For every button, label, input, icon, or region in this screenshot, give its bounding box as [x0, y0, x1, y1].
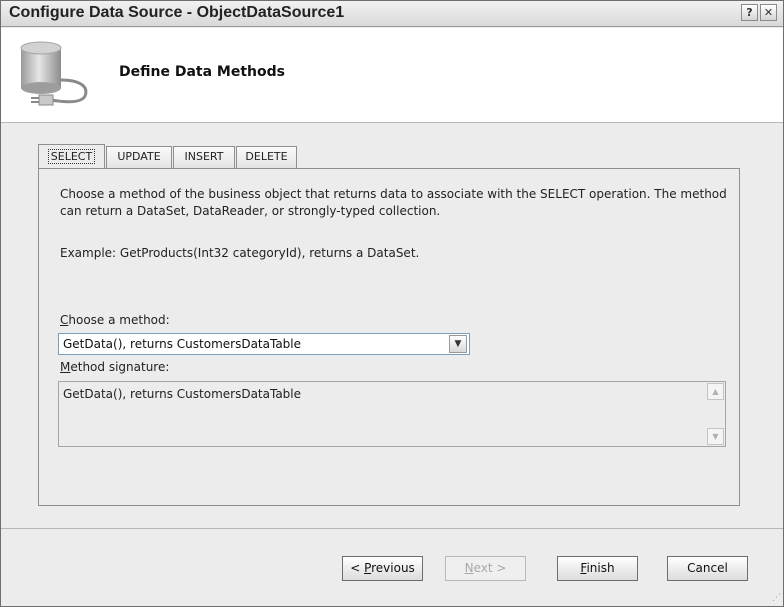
database-plug-icon — [20, 41, 88, 106]
tab-select-label: SELECT — [47, 149, 96, 164]
signature-scrollbar[interactable]: ▲ ▼ — [707, 383, 724, 445]
scroll-down-icon[interactable]: ▼ — [707, 428, 724, 445]
wizard-body: SELECT UPDATE INSERT DELETE Choose a met… — [1, 124, 783, 528]
page-heading: Define Data Methods — [119, 64, 285, 80]
window-title: Configure Data Source - ObjectDataSource… — [9, 4, 345, 21]
method-signature-value: GetData(), returns CustomersDataTable — [63, 387, 302, 401]
tab-select[interactable]: SELECT — [38, 144, 105, 168]
tab-delete[interactable]: DELETE — [236, 146, 297, 168]
configure-data-source-dialog: Configure Data Source - ObjectDataSource… — [0, 0, 784, 607]
next-button[interactable]: Next > — [445, 556, 526, 581]
method-description: Choose a method of the business object t… — [60, 187, 727, 218]
resize-grip-icon[interactable]: ⋰ — [769, 592, 781, 604]
choose-method-label: Choose a method: — [60, 313, 170, 327]
method-dropdown-value: GetData(), returns CustomersDataTable — [63, 337, 302, 351]
title-bar[interactable]: Configure Data Source - ObjectDataSource… — [1, 1, 783, 27]
wizard-header: Define Data Methods — [1, 28, 783, 123]
tab-insert[interactable]: INSERT — [173, 146, 235, 168]
method-example: Example: GetProducts(Int32 categoryId), … — [60, 246, 420, 260]
method-signature-box[interactable]: GetData(), returns CustomersDataTable ▲ … — [58, 381, 726, 447]
wizard-footer: < Previous Next > Finish Cancel ⋰ — [1, 528, 783, 606]
select-tab-panel: Choose a method of the business object t… — [38, 168, 740, 506]
tab-update[interactable]: UPDATE — [106, 146, 172, 168]
method-dropdown[interactable]: GetData(), returns CustomersDataTable ▼ — [58, 333, 470, 355]
cancel-button[interactable]: Cancel — [667, 556, 748, 581]
scroll-up-icon[interactable]: ▲ — [707, 383, 724, 400]
close-button[interactable]: ✕ — [760, 4, 777, 21]
chevron-down-icon[interactable]: ▼ — [449, 335, 467, 353]
previous-button[interactable]: < Previous — [342, 556, 423, 581]
help-button[interactable]: ? — [741, 4, 758, 21]
finish-button[interactable]: Finish — [557, 556, 638, 581]
method-signature-label: Method signature: — [60, 360, 170, 374]
